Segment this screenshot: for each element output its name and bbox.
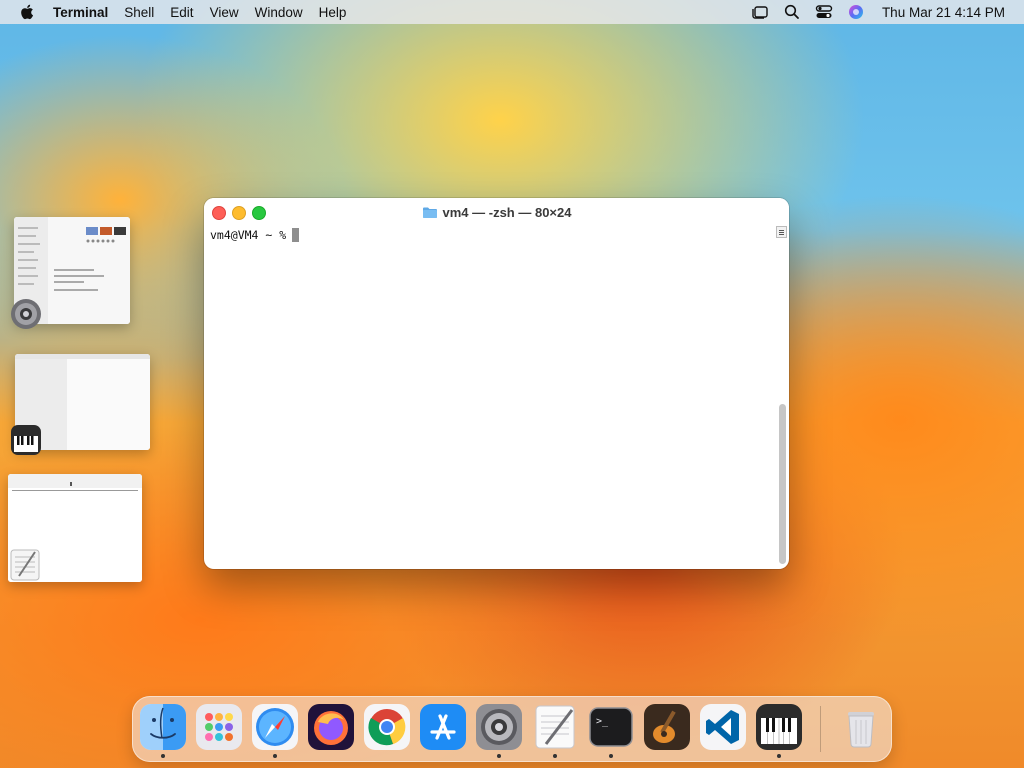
running-indicator (497, 754, 501, 758)
menu-app-terminal[interactable]: Terminal (53, 5, 108, 20)
dock-chrome-icon[interactable] (364, 704, 410, 750)
text-cursor (292, 228, 300, 242)
dock-separator (820, 706, 821, 752)
svg-text:>_: >_ (596, 716, 609, 727)
stage-manager-icon[interactable] (750, 2, 770, 22)
dock-safari-icon[interactable] (252, 704, 298, 750)
dock-trash-icon[interactable] (838, 704, 884, 750)
piano-app-icon (10, 424, 42, 456)
folder-icon (422, 207, 437, 218)
dock-piano-icon[interactable] (756, 704, 802, 750)
running-indicator (161, 754, 165, 758)
dock-system-settings-icon[interactable] (476, 704, 522, 750)
dock-garageband-icon[interactable] (644, 704, 690, 750)
shell-prompt-line: vm4@VM4 ~ % (210, 228, 300, 242)
window-title-text: vm4 — -zsh — 80×24 (442, 204, 572, 220)
control-center-icon[interactable] (814, 2, 834, 22)
apple-menu-icon[interactable] (16, 0, 38, 24)
dock-firefox-icon[interactable] (308, 704, 354, 750)
dock-app-store-icon[interactable] (420, 704, 466, 750)
running-indicator (273, 754, 277, 758)
vertical-scrollbar[interactable] (779, 404, 786, 564)
menu-bar: Terminal Shell Edit View Window Help Thu… (0, 0, 1024, 24)
menu-view[interactable]: View (210, 5, 239, 20)
window-title: vm4 — -zsh — 80×24 (204, 198, 789, 226)
running-indicator (777, 754, 781, 758)
menu-help[interactable]: Help (319, 5, 347, 20)
terminal-titlebar[interactable]: vm4 — -zsh — 80×24 (204, 198, 789, 226)
textedit-app-icon (9, 548, 41, 581)
menu-clock[interactable]: Thu Mar 21 4:14 PM (882, 5, 1005, 20)
running-indicator (609, 754, 613, 758)
spotlight-search-icon[interactable] (782, 2, 802, 22)
siri-icon[interactable] (846, 2, 866, 22)
menu-window[interactable]: Window (255, 5, 303, 20)
split-pane-icon[interactable] (776, 226, 787, 238)
system-settings-icon (10, 298, 42, 330)
menu-edit[interactable]: Edit (170, 5, 193, 20)
dock-launchpad-icon[interactable] (196, 704, 242, 750)
menu-shell[interactable]: Shell (124, 5, 154, 20)
dock: >_ (132, 696, 892, 762)
terminal-content[interactable]: vm4@VM4 ~ % (204, 226, 789, 569)
running-indicator (553, 754, 557, 758)
dock-vscode-icon[interactable] (700, 704, 746, 750)
dock-finder-icon[interactable] (140, 704, 186, 750)
dock-textedit-icon[interactable] (532, 704, 578, 750)
terminal-window[interactable]: vm4 — -zsh — 80×24 vm4@VM4 ~ % (204, 198, 789, 569)
dock-terminal-icon[interactable]: >_ (588, 704, 634, 750)
shell-prompt: vm4@VM4 ~ % (210, 228, 287, 242)
